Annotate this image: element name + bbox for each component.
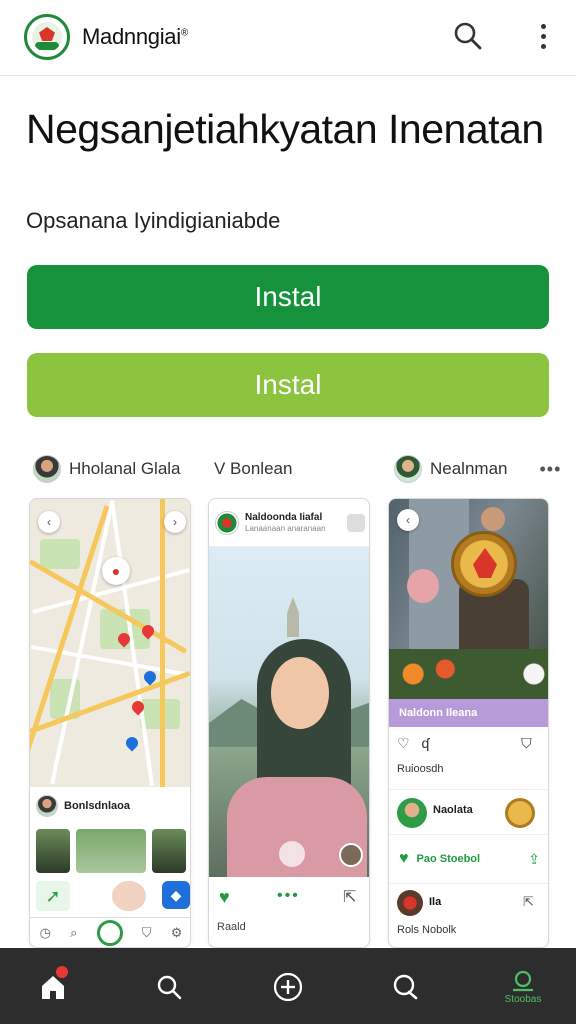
search-icon[interactable]: ⌕ bbox=[70, 925, 77, 941]
nav-home[interactable] bbox=[28, 962, 78, 1012]
navigate-icon[interactable]: ➚ bbox=[36, 881, 70, 911]
comment-user: Ila bbox=[429, 896, 442, 908]
nav-profile[interactable]: Stoobas bbox=[498, 962, 548, 1012]
screenshot-card-photo[interactable]: Naldoonda Iiafal Lanaanaan anaranaan ♥ •… bbox=[208, 498, 370, 948]
avatar bbox=[397, 798, 427, 828]
map-post-row: Bonlsdnlaoa bbox=[36, 795, 130, 817]
coin-actions-row: ♡ ʠ ⛉ bbox=[397, 735, 532, 752]
nav-search[interactable] bbox=[144, 962, 194, 1012]
more-horiz-icon[interactable]: ••• bbox=[540, 459, 562, 480]
upload-icon[interactable]: ⇪ bbox=[528, 851, 540, 868]
screenshot-card-coin[interactable]: ‹ Naldonn Ileana ♡ ʠ ⛉ Ruioosdh Naolata … bbox=[388, 498, 549, 948]
home-button-icon[interactable] bbox=[96, 919, 123, 946]
avatar bbox=[215, 510, 239, 535]
thumbnail[interactable] bbox=[152, 829, 186, 873]
avatar bbox=[36, 795, 58, 817]
photo-post-title: Naldoonda Iiafal bbox=[245, 512, 323, 523]
play-icon[interactable] bbox=[279, 841, 305, 867]
back-icon[interactable]: ‹ bbox=[397, 509, 419, 531]
location-marker-icon[interactable]: ● bbox=[102, 557, 130, 585]
nav-profile-label: Stoobas bbox=[504, 993, 542, 1005]
photo-post-footer: ♥ ••• ⇱ Raald bbox=[209, 879, 369, 947]
avatar bbox=[112, 881, 146, 911]
search-icon[interactable] bbox=[452, 20, 484, 52]
app-logo bbox=[24, 14, 70, 60]
screenshot-2-author: V Bonlean bbox=[214, 459, 293, 478]
screenshot-1-author: Hholanal Glala bbox=[69, 459, 181, 478]
photo-post-header: Naldoonda Iiafal Lanaanaan anaranaan bbox=[209, 499, 369, 547]
avatar bbox=[33, 455, 61, 483]
search-icon bbox=[157, 975, 182, 1000]
more-vert-icon[interactable] bbox=[530, 20, 556, 52]
coin-band-label: Naldonn Ileana bbox=[389, 699, 548, 727]
coin-action-row[interactable]: ♥ Pao Stoebol ⇪ bbox=[389, 839, 548, 879]
top-app-bar: Madnngiai® bbox=[0, 0, 576, 76]
like-icon[interactable]: ♥ bbox=[219, 887, 230, 908]
app-brand-name: Madnngiai® bbox=[82, 24, 188, 50]
share-icon[interactable]: ⇱ bbox=[523, 894, 534, 910]
coin-image bbox=[451, 531, 517, 597]
nav-chat[interactable] bbox=[380, 962, 430, 1012]
coin-profile-row[interactable]: Naolata bbox=[389, 789, 548, 835]
coin-action-label: Pao Stoebol bbox=[416, 853, 481, 865]
bottom-navigation: Stoobas bbox=[0, 948, 576, 1024]
avatar bbox=[394, 455, 422, 483]
layers-icon[interactable]: › bbox=[164, 511, 186, 533]
share-icon[interactable]: ◆ bbox=[162, 881, 190, 909]
screenshot-2-header: V Bonlean bbox=[214, 452, 292, 486]
coin-icon bbox=[505, 798, 535, 828]
thumbnail[interactable] bbox=[76, 829, 146, 873]
chat-icon bbox=[393, 974, 418, 1000]
like-icon[interactable]: ♡ bbox=[397, 735, 410, 751]
thumbnail[interactable] bbox=[36, 829, 70, 873]
share-icon[interactable]: ⇱ bbox=[343, 887, 356, 907]
map-pin-icon[interactable] bbox=[123, 734, 141, 752]
photo-post-subtitle: Lanaanaan anaranaan bbox=[245, 524, 326, 533]
photo-image bbox=[209, 547, 369, 877]
install-button-primary[interactable]: Instal bbox=[27, 265, 549, 329]
photo-footer-label: Raald bbox=[217, 921, 246, 933]
settings-icon[interactable]: ⚙ bbox=[171, 925, 183, 941]
comment-icon[interactable]: ʠ bbox=[421, 735, 429, 751]
profile-icon bbox=[513, 970, 533, 991]
install-button-secondary[interactable]: Instal bbox=[27, 353, 549, 417]
logo-emblem-icon bbox=[32, 22, 62, 52]
coin-caption: Ruioosdh bbox=[397, 763, 444, 775]
map-mini-toolbar: ◷ ⌕ ⛉ ⚙ bbox=[30, 917, 190, 947]
screenshot-3-header: Nealnman ••• bbox=[394, 452, 561, 486]
map-post-label: Bonlsdnlaoa bbox=[64, 800, 131, 812]
clock-icon[interactable]: ◷ bbox=[40, 925, 51, 941]
action-icons-row: ➚ ◆ bbox=[36, 881, 190, 911]
comment-text: Rols Nobolk bbox=[397, 924, 457, 936]
bookmark-icon[interactable]: ⛉ bbox=[521, 735, 532, 751]
avatar bbox=[339, 843, 363, 867]
screenshot-3-author: Nealnman bbox=[430, 459, 508, 478]
add-circle-icon bbox=[273, 972, 303, 1002]
coin-photo-image: ‹ bbox=[389, 499, 548, 699]
page-title: Negsanjetiahkyatan Inenatan bbox=[26, 106, 544, 152]
coin-profile-name: Naolata bbox=[433, 804, 473, 816]
coin-comment-row: Ila ⇱ Rols Nobolk bbox=[389, 883, 548, 947]
page-subtitle: Opsanana Iyindigianiabde bbox=[26, 208, 281, 233]
avatar bbox=[397, 890, 423, 916]
screenshot-1-header: Hholanal Glala bbox=[33, 452, 181, 486]
map-view: ‹ › ● bbox=[30, 499, 190, 787]
thumbnail-strip bbox=[36, 829, 186, 873]
brand-text: Madnngiai bbox=[82, 24, 181, 49]
close-icon[interactable] bbox=[347, 513, 365, 532]
more-horiz-icon[interactable]: ••• bbox=[277, 887, 300, 905]
nav-add[interactable] bbox=[263, 962, 313, 1012]
back-icon[interactable]: ‹ bbox=[38, 511, 60, 533]
screenshot-card-map[interactable]: ‹ › ● Bonlsdnlaoa ➚ ◆ ◷ ⌕ ⛉ ⚙ bbox=[29, 498, 191, 948]
heart-icon: ♥ bbox=[399, 850, 409, 867]
registered-mark: ® bbox=[180, 27, 188, 39]
bookmark-icon[interactable]: ⛉ bbox=[142, 925, 152, 941]
notification-badge bbox=[56, 966, 68, 978]
